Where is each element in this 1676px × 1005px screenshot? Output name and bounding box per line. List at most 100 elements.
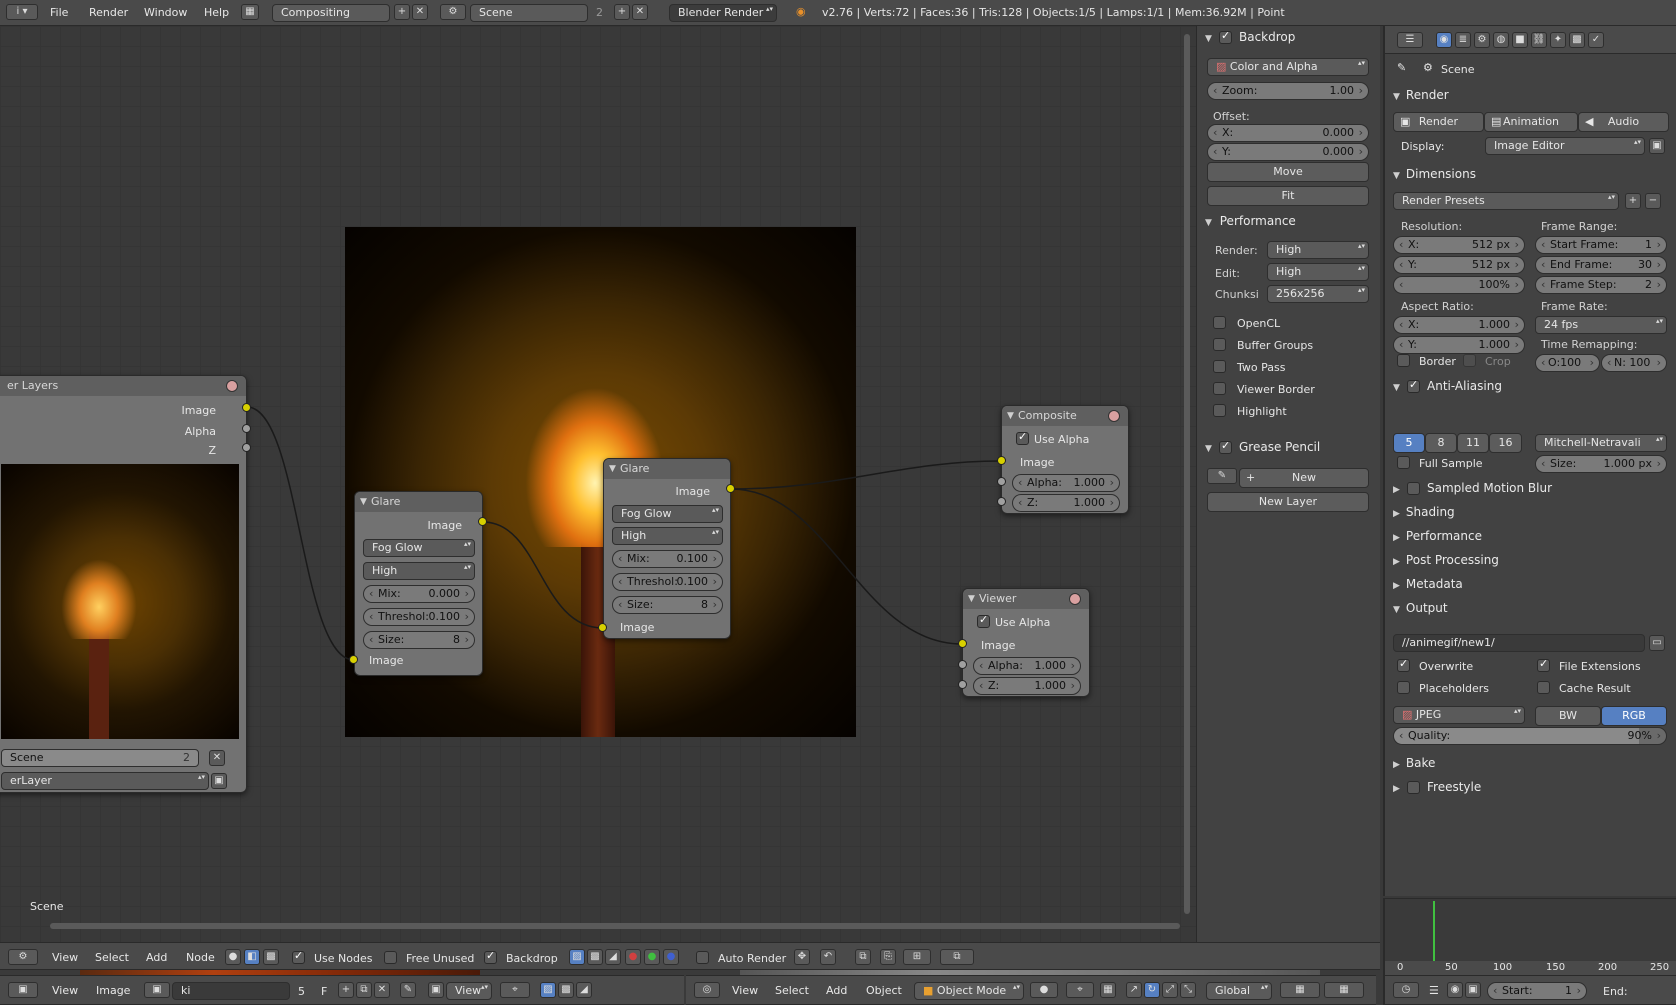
snap-mode-icon[interactable]: ⊞ — [903, 949, 931, 965]
footer-menu-add[interactable]: Add — [146, 951, 167, 964]
remove-scene-icon[interactable]: ✕ — [632, 4, 648, 20]
image-alpha-icon[interactable]: ▩ — [558, 982, 574, 998]
footer-menu-select[interactable]: Select — [95, 951, 129, 964]
timeline-keyframe-icon[interactable]: ◉ — [1447, 982, 1463, 998]
grease-pencil-checkbox[interactable] — [1219, 439, 1232, 454]
parent-icon[interactable]: ↶ — [820, 949, 836, 965]
perf-edit-select[interactable]: High — [1267, 263, 1369, 281]
add-preset-icon[interactable]: + — [1625, 193, 1641, 209]
image-browse-icon[interactable]: ▣ — [144, 982, 170, 998]
remove-preset-icon[interactable]: − — [1645, 193, 1661, 209]
aa-filter-select[interactable]: Mitchell-Netravali — [1535, 434, 1667, 452]
pencil-icon[interactable]: ✎ — [1207, 468, 1237, 484]
node-editor-hscrollbar[interactable] — [50, 923, 1180, 929]
res-x-field[interactable]: X:512 px — [1393, 236, 1525, 254]
translate-icon[interactable]: ↗ — [1126, 982, 1142, 998]
backdrop-footer-checkbox[interactable] — [484, 949, 497, 964]
screen-layout-icon[interactable]: ▦ — [241, 4, 259, 20]
aspect-y-field[interactable]: Y:1.000 — [1393, 336, 1525, 354]
tab-physics-icon[interactable]: ✓ — [1588, 32, 1604, 48]
anti-aliasing-panel-header[interactable]: ▼Anti-Aliasing — [1393, 378, 1502, 401]
collapse-icon[interactable]: ▼ — [360, 492, 367, 512]
aspect-x-field[interactable]: X:1.000 — [1393, 316, 1525, 334]
node-close-icon[interactable] — [1108, 410, 1120, 422]
viewer-border-checkbox[interactable] — [1213, 382, 1226, 395]
aa-size-field[interactable]: Size:1.000 px — [1535, 455, 1667, 473]
aa-samples-11[interactable]: 11 — [1457, 433, 1489, 453]
viewer-alpha-field[interactable]: Alpha:1.000 — [973, 657, 1081, 675]
pivot-point-icon[interactable]: ⌖ — [1066, 982, 1094, 998]
glare1-mix-field[interactable]: Mix:0.000 — [363, 585, 475, 603]
image-editor-type-icon[interactable]: ▣ — [8, 982, 38, 998]
overwrite-checkbox[interactable] — [1397, 657, 1410, 672]
node-close-icon[interactable] — [226, 380, 238, 392]
viewer-use-alpha-checkbox[interactable] — [977, 613, 990, 628]
glare2-output-socket[interactable] — [726, 484, 735, 493]
rl-scene-unlink-icon[interactable]: ✕ — [209, 750, 225, 766]
node-editor-vscrollbar[interactable] — [1184, 34, 1190, 914]
bw-button[interactable]: BW — [1535, 706, 1601, 726]
motion-blur-checkbox[interactable] — [1407, 482, 1420, 495]
pin-icon[interactable]: ✎ — [1397, 61, 1406, 74]
render-engine-select[interactable]: Blender Render — [669, 4, 777, 22]
image-fake-user[interactable]: F — [321, 985, 327, 998]
alpha-channel-icon[interactable]: ▩ — [587, 949, 603, 965]
tab-render-layers-icon[interactable]: ≣ — [1455, 32, 1471, 48]
layers-grid-icon-2[interactable]: ▦ — [1324, 982, 1364, 998]
image-menu-view[interactable]: View — [52, 984, 78, 997]
frame-step-field[interactable]: Frame Step:2 — [1535, 276, 1667, 294]
glare1-size-field[interactable]: Size:8 — [363, 631, 475, 649]
glare2-input-socket[interactable] — [598, 623, 607, 632]
backdrop-checkbox[interactable] — [1219, 29, 1232, 44]
add-scene-icon[interactable]: + — [614, 4, 630, 20]
screen-layout-field[interactable]: Compositing — [272, 4, 390, 22]
view3d-menu-select[interactable]: Select — [775, 984, 809, 997]
offset-x-field[interactable]: X:0.000 — [1207, 124, 1369, 142]
properties-editor-type-icon[interactable]: ☰ — [1397, 32, 1423, 48]
image-view-select[interactable]: View — [446, 982, 492, 1000]
z-channel-icon[interactable]: ◢ — [605, 949, 621, 965]
composite-image-socket[interactable] — [997, 456, 1006, 465]
node-close-icon[interactable] — [1069, 593, 1081, 605]
remove-screen-icon[interactable]: ✕ — [412, 4, 428, 20]
viewport-shading-icon[interactable]: ● — [1030, 982, 1058, 998]
aa-samples-16[interactable]: 16 — [1489, 433, 1522, 453]
add-screen-icon[interactable]: + — [394, 4, 410, 20]
tab-object-icon[interactable]: ■ — [1512, 32, 1528, 48]
menu-file[interactable]: File — [50, 6, 68, 19]
aa-samples-8[interactable]: 8 — [1425, 433, 1457, 453]
highlight-checkbox[interactable] — [1213, 404, 1226, 417]
timeline[interactable]: 0 50 100 150 200 250 — [1383, 898, 1676, 976]
render-preview-icon[interactable]: ⧉ — [940, 949, 974, 965]
audio-button[interactable]: ◀ Audio — [1578, 112, 1669, 132]
viewer-z-field[interactable]: Z:1.000 — [973, 677, 1081, 695]
metadata-header[interactable]: ▶ Metadata — [1393, 577, 1463, 599]
image-color-alpha-icon[interactable]: ▨ — [540, 982, 556, 998]
render-button[interactable]: ▣ Render — [1393, 112, 1484, 132]
backdrop-zoom-field[interactable]: Zoom:1.00 — [1207, 82, 1369, 100]
scale-icon-2[interactable]: ⤡ — [1180, 982, 1196, 998]
image-pin-icon[interactable]: ✎ — [400, 982, 416, 998]
view3d-menu-object[interactable]: Object — [866, 984, 902, 997]
glare2-mix-field[interactable]: Mix:0.100 — [612, 550, 723, 568]
post-processing-header[interactable]: ▶ Post Processing — [1393, 553, 1499, 575]
image-menu-image[interactable]: Image — [96, 984, 130, 997]
image-name-field[interactable]: ki — [172, 982, 290, 1000]
opencl-checkbox[interactable] — [1213, 316, 1226, 329]
menu-window[interactable]: Window — [144, 6, 187, 19]
footer-menu-node[interactable]: Node — [186, 951, 215, 964]
scene-selector-icon[interactable]: ⚙ — [440, 4, 466, 20]
glare1-output-socket[interactable] — [478, 517, 487, 526]
timeline-record-icon[interactable]: ▣ — [1465, 982, 1481, 998]
view3d-mode-select[interactable]: ■ Object Mode — [914, 982, 1024, 1000]
glare1-threshold-field[interactable]: Threshol:0.100 — [363, 608, 475, 626]
image-view-mode-icon[interactable]: ▣ — [428, 982, 444, 998]
sampled-motion-blur-header[interactable]: ▶ Sampled Motion Blur — [1393, 481, 1552, 503]
transform-orientation-select[interactable]: Global — [1206, 982, 1272, 1000]
display-select[interactable]: Image Editor — [1485, 137, 1645, 155]
green-channel-icon[interactable]: ● — [644, 949, 660, 965]
glare2-header[interactable]: ▼ Glare — [604, 459, 730, 479]
rl-scene-field[interactable]: Scene 2 — [1, 749, 199, 767]
image-pivot-icon[interactable]: ⌖ — [500, 982, 530, 998]
output-header[interactable]: ▼ Output — [1393, 601, 1448, 623]
